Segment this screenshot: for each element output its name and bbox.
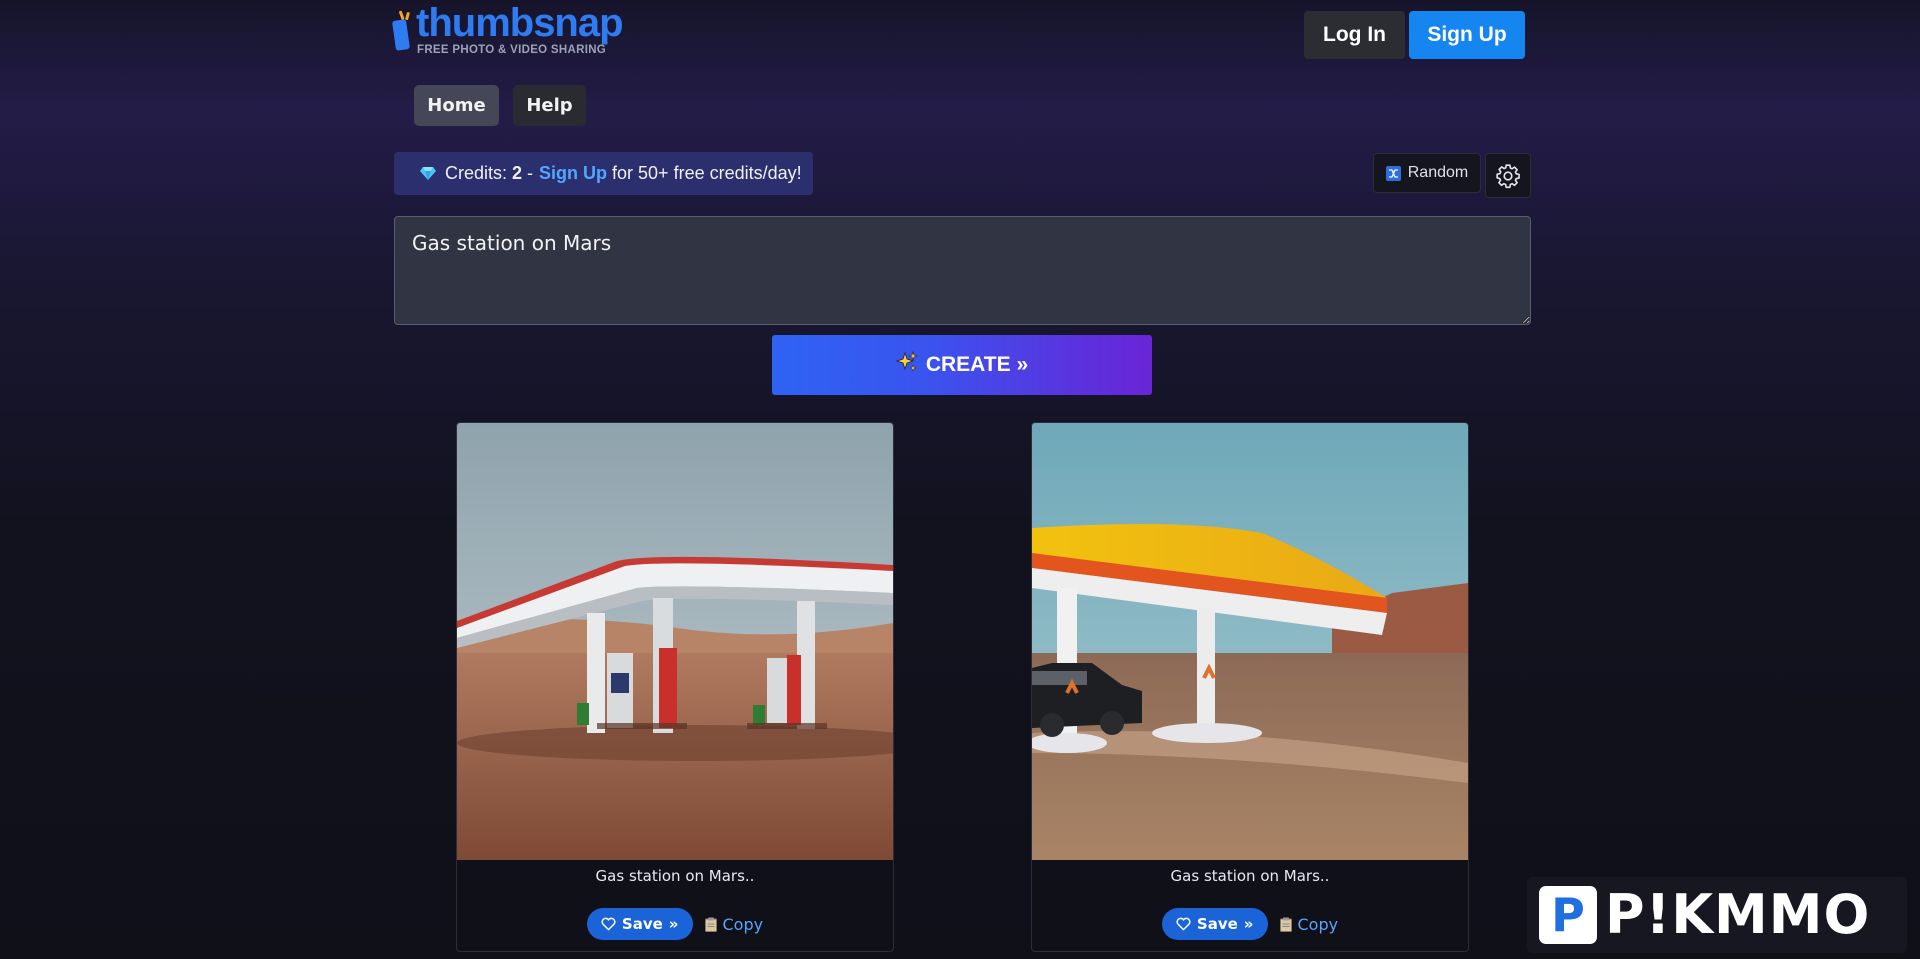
gem-icon bbox=[420, 166, 436, 181]
nav-home[interactable]: Home bbox=[414, 85, 499, 126]
copy-label: Copy bbox=[1297, 914, 1339, 934]
watermark-logo-mark: P bbox=[1539, 886, 1597, 944]
credits-separator: - bbox=[527, 163, 534, 183]
watermark-letter: P bbox=[1551, 888, 1585, 942]
prompt-input[interactable] bbox=[394, 216, 1531, 325]
gear-icon bbox=[1496, 163, 1520, 188]
heart-icon bbox=[1176, 917, 1191, 931]
credits-suffix: for 50+ free credits/day! bbox=[612, 163, 802, 183]
copy-button[interactable]: Copy bbox=[704, 914, 764, 934]
logo-wordmark: thumbsnap bbox=[416, 1, 624, 45]
credits-signup-link[interactable]: Sign Up bbox=[539, 163, 607, 184]
result-actions: Save » Copy bbox=[1032, 908, 1468, 940]
random-button[interactable]: Random bbox=[1373, 153, 1481, 193]
sparkles-icon bbox=[895, 351, 918, 379]
clipboard-icon bbox=[1279, 917, 1292, 932]
copy-button[interactable]: Copy bbox=[1279, 914, 1339, 934]
result-actions: Save » Copy bbox=[457, 908, 893, 940]
logo-tagline: FREE PHOTO & VIDEO SHARING bbox=[417, 44, 607, 56]
save-button[interactable]: Save » bbox=[1161, 908, 1268, 940]
result-caption: Gas station on Mars.. bbox=[595, 867, 755, 885]
result-image-gas-station[interactable] bbox=[1032, 423, 1468, 860]
save-label: Save bbox=[621, 915, 663, 933]
pikmmo-watermark: P P!KMMO bbox=[1527, 877, 1907, 953]
watermark-text: P!KMMO bbox=[1605, 883, 1871, 946]
save-button[interactable]: Save » bbox=[586, 908, 693, 940]
credits-count: 2 bbox=[512, 163, 523, 183]
result-card: Gas station on Mars.. Save » Copy bbox=[456, 422, 894, 952]
create-button[interactable]: CREATE » bbox=[772, 335, 1152, 395]
random-label: Random bbox=[1407, 164, 1469, 181]
result-card: Gas station on Mars.. Save » Copy bbox=[1031, 422, 1469, 952]
save-chevron: » bbox=[1243, 915, 1254, 933]
login-button[interactable]: Log In bbox=[1304, 11, 1405, 59]
save-label: Save bbox=[1196, 915, 1238, 933]
heart-icon bbox=[601, 917, 616, 931]
credits-label: Credits: bbox=[445, 163, 508, 183]
site-logo[interactable]: thumbsnap FREE PHOTO & VIDEO SHARING bbox=[392, 1, 642, 58]
nav-help[interactable]: Help bbox=[513, 85, 586, 126]
result-caption: Gas station on Mars.. bbox=[1170, 867, 1330, 885]
settings-button[interactable] bbox=[1485, 153, 1531, 198]
signup-button[interactable]: Sign Up bbox=[1409, 11, 1525, 59]
shuffle-icon bbox=[1385, 165, 1401, 181]
copy-label: Copy bbox=[722, 914, 764, 934]
result-image-gas-station[interactable] bbox=[457, 423, 893, 860]
create-label: CREATE » bbox=[925, 353, 1029, 376]
thumb-logo-icon bbox=[392, 10, 410, 51]
save-chevron: » bbox=[668, 915, 679, 933]
credits-banner: Credits: 2 - Sign Up for 50+ free credit… bbox=[394, 152, 813, 195]
clipboard-icon bbox=[704, 917, 717, 932]
